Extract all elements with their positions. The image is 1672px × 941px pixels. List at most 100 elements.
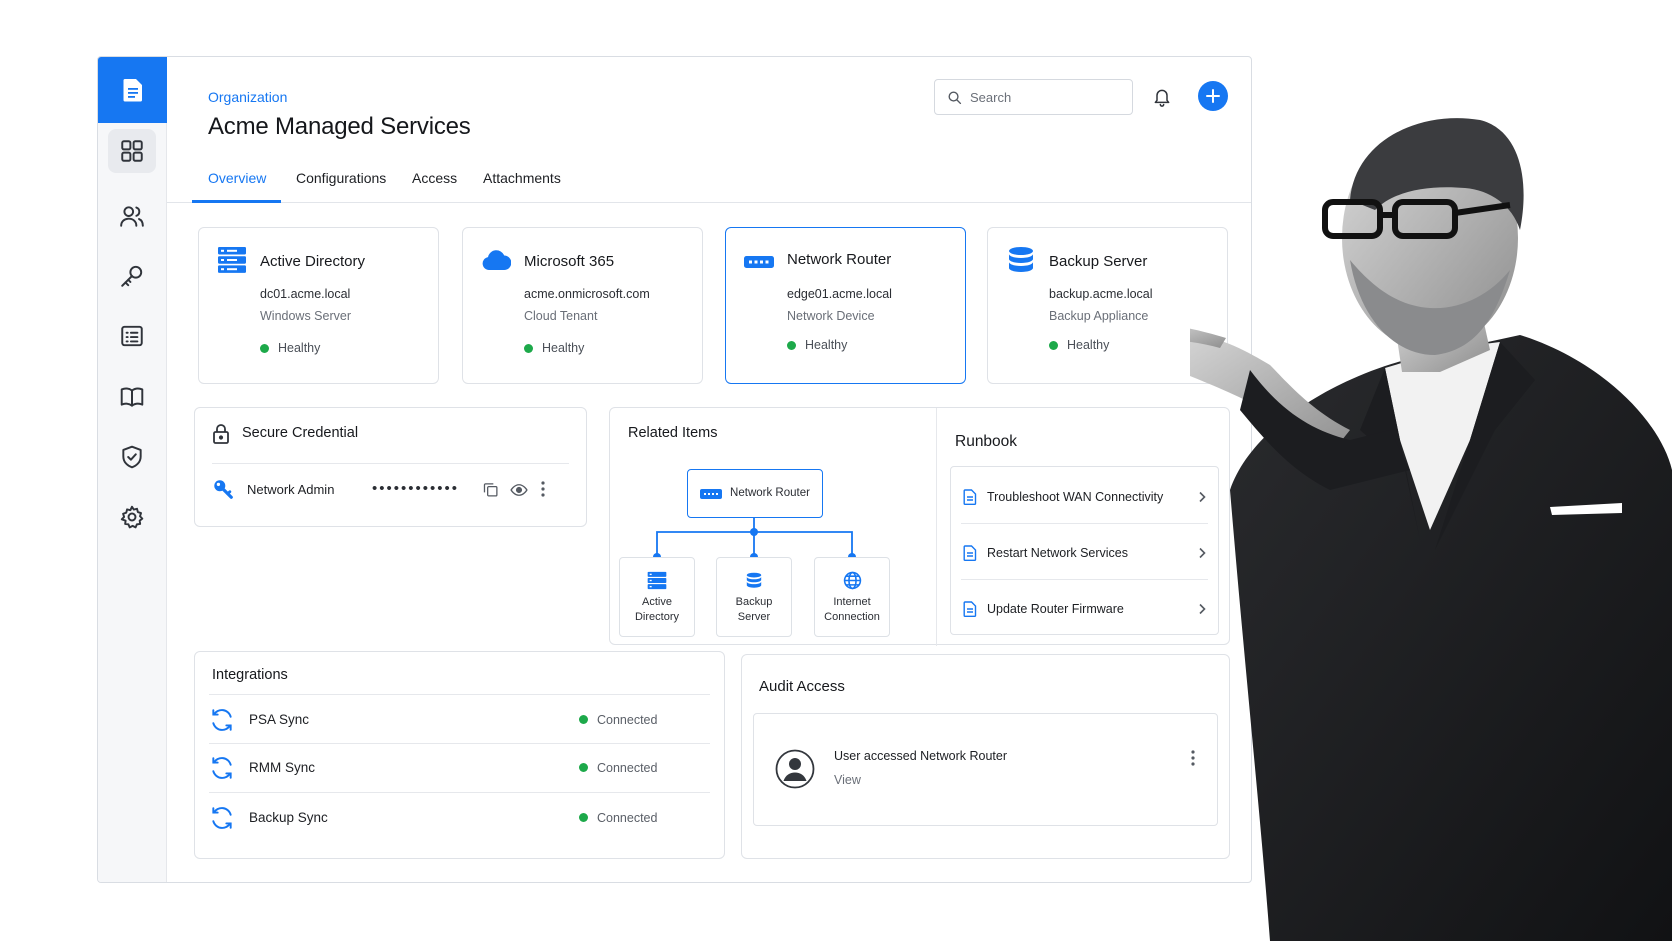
sync-icon xyxy=(212,756,232,779)
asset-title: Microsoft 365 xyxy=(524,253,615,270)
status-label: Connected xyxy=(597,760,658,775)
sidebar-item-security[interactable] xyxy=(108,435,156,479)
sync-icon xyxy=(212,708,232,731)
status-label: Connected xyxy=(597,810,658,825)
node-label-line2: Directory xyxy=(634,611,679,623)
asset-card-active-directory[interactable]: Active Directory dc01.acme.local Windows… xyxy=(198,227,439,384)
node-label-line1: Internet xyxy=(833,596,871,608)
divider xyxy=(961,523,1208,524)
node-label-line1: Active xyxy=(642,596,672,608)
section-title: Secure Credential xyxy=(242,425,359,441)
status-dot xyxy=(579,763,588,772)
related-runbook-panel: Related Items Network Router Active Dire… xyxy=(609,407,1230,646)
database-icon xyxy=(746,572,762,588)
router-icon xyxy=(744,256,774,268)
sidebar-item-settings[interactable] xyxy=(108,495,156,539)
shield-check-icon xyxy=(122,445,142,469)
audit-access-panel: Audit Access User accessed Network Route… xyxy=(741,654,1230,859)
asset-card-network-router[interactable]: Network Router edge01.acme.local Network… xyxy=(725,227,966,384)
audit-entry[interactable]: User accessed Network Router View xyxy=(753,713,1218,826)
related-node-root[interactable]: Network Router xyxy=(687,469,823,518)
sidebar-item-contacts[interactable] xyxy=(108,194,156,238)
runbook-item[interactable]: Troubleshoot WAN Connectivity xyxy=(951,470,1218,523)
status-dot xyxy=(1049,340,1058,350)
integration-row[interactable]: PSA Sync Connected xyxy=(209,696,675,743)
database-icon xyxy=(1009,247,1033,272)
presenter-photo xyxy=(1190,118,1672,941)
sidebar-item-dashboard[interactable] xyxy=(108,129,156,173)
globe-icon xyxy=(843,571,861,590)
integration-name: PSA Sync xyxy=(249,712,310,727)
related-node-active-directory[interactable]: Active Directory xyxy=(619,557,695,637)
search-box[interactable] xyxy=(934,79,1133,115)
notifications-button[interactable] xyxy=(1150,85,1174,109)
app-logo[interactable] xyxy=(98,57,167,123)
tab-attachments[interactable]: Attachments xyxy=(483,170,561,186)
secure-credential-panel: Secure Credential Network Admin ••••••••… xyxy=(194,407,587,527)
integration-status: Connected xyxy=(579,761,657,775)
section-title: Runbook xyxy=(955,433,1018,450)
user-avatar-icon xyxy=(775,749,815,789)
status-indicator: Healthy xyxy=(260,341,320,355)
add-button[interactable] xyxy=(1198,81,1228,111)
server-icon xyxy=(647,571,667,590)
related-node-backup-server[interactable]: Backup Server xyxy=(716,557,792,637)
node-label-line1: Backup xyxy=(735,596,773,608)
related-node-internet-connection[interactable]: Internet Connection xyxy=(814,557,890,637)
audit-action: View xyxy=(834,773,861,787)
runbook-item[interactable]: Restart Network Services xyxy=(951,526,1218,579)
runbook-item-label: Restart Network Services xyxy=(987,545,1129,560)
breadcrumb[interactable]: Organization xyxy=(208,89,287,105)
status-label: Healthy xyxy=(805,338,848,352)
app-window: Organization Acme Managed Services Overv… xyxy=(97,56,1252,883)
tab-configurations[interactable]: Configurations xyxy=(296,170,386,186)
status-dot xyxy=(524,343,533,353)
bell-icon xyxy=(1154,89,1170,107)
asset-title: Active Directory xyxy=(260,253,366,270)
active-tab-indicator xyxy=(192,200,281,203)
sidebar-item-documentation[interactable] xyxy=(108,375,156,419)
status-label: Healthy xyxy=(542,341,585,355)
status-indicator: Healthy xyxy=(1049,338,1109,352)
asset-host: dc01.acme.local xyxy=(260,287,351,301)
sync-icon xyxy=(212,806,232,829)
cloud-icon xyxy=(482,250,511,271)
status-dot xyxy=(579,813,588,822)
asset-card-microsoft-365[interactable]: Microsoft 365 acme.onmicrosoft.com Cloud… xyxy=(462,227,703,384)
main-content: Organization Acme Managed Services Overv… xyxy=(167,57,1251,882)
status-label: Connected xyxy=(597,712,658,727)
status-indicator: Healthy xyxy=(787,338,847,352)
integration-status: Connected xyxy=(579,811,657,825)
asset-host: edge01.acme.local xyxy=(787,287,892,301)
more-options-icon[interactable] xyxy=(541,481,545,497)
router-icon xyxy=(700,488,723,499)
sidebar-item-passwords[interactable] xyxy=(108,254,156,298)
sidebar xyxy=(98,57,167,882)
search-input[interactable] xyxy=(970,89,1120,105)
integration-row[interactable]: Backup Sync Connected xyxy=(209,794,675,841)
file-icon xyxy=(963,488,977,505)
tab-access[interactable]: Access xyxy=(412,170,457,186)
runbook-list: Troubleshoot WAN Connectivity Restart Ne… xyxy=(950,466,1219,635)
page-header: Organization Acme Managed Services Overv… xyxy=(167,57,1251,203)
asset-title: Backup Server xyxy=(1049,253,1148,270)
runbook-item-label: Troubleshoot WAN Connectivity xyxy=(987,489,1164,504)
tab-overview[interactable]: Overview xyxy=(208,170,266,186)
node-label-line2: Server xyxy=(737,611,771,623)
runbook-item-label: Update Router Firmware xyxy=(987,601,1124,616)
status-dot xyxy=(260,343,269,353)
status-label: Healthy xyxy=(278,341,321,355)
section-title: Audit Access xyxy=(759,678,845,695)
gear-icon xyxy=(120,505,144,529)
divider xyxy=(961,579,1208,580)
audit-event: User accessed Network Router xyxy=(834,749,1007,763)
eye-icon[interactable] xyxy=(510,482,528,498)
key-icon xyxy=(214,480,233,499)
runbook-item[interactable]: Update Router Firmware xyxy=(951,582,1218,635)
lock-icon xyxy=(213,424,229,444)
section-title: Integrations xyxy=(212,667,288,683)
copy-icon[interactable] xyxy=(482,481,499,498)
sidebar-item-checklists[interactable] xyxy=(108,314,156,358)
grid-icon xyxy=(121,140,143,162)
integration-row[interactable]: RMM Sync Connected xyxy=(209,744,675,791)
